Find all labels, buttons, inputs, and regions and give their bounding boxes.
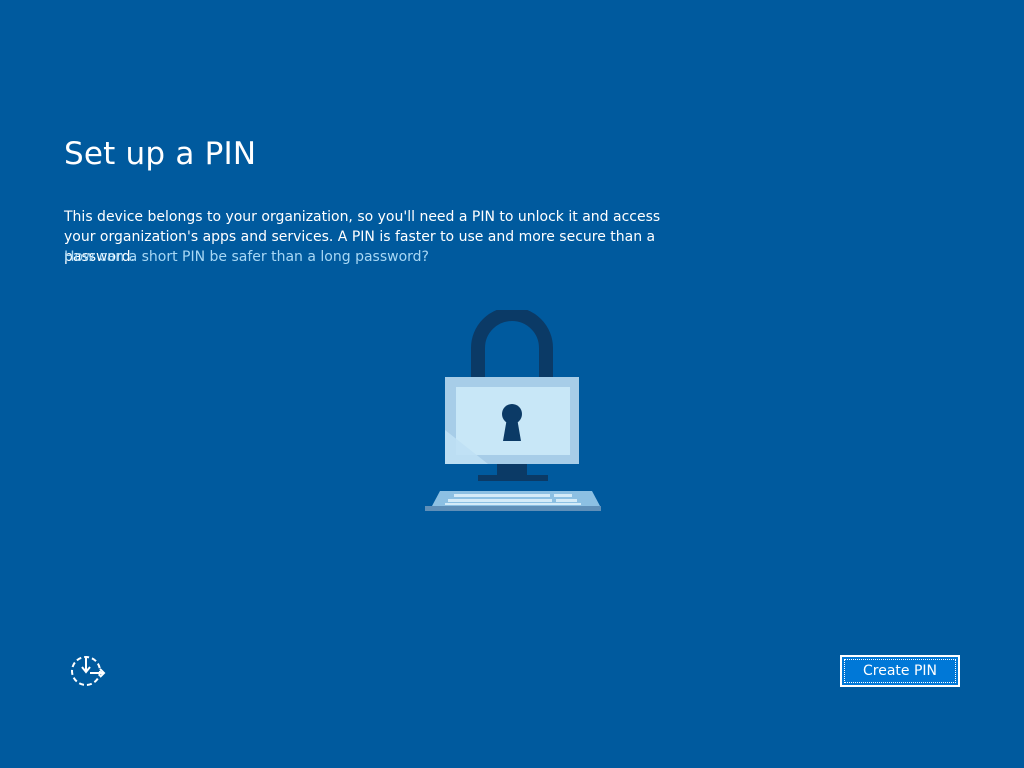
page-title: Set up a PIN bbox=[64, 136, 257, 172]
padlock-computer-icon bbox=[425, 307, 601, 511]
create-pin-button[interactable]: Create PIN bbox=[840, 655, 960, 687]
pin-setup-page: Set up a PIN This device belongs to your… bbox=[0, 0, 1024, 768]
ease-of-access-icon bbox=[71, 656, 106, 686]
ease-of-access-button[interactable] bbox=[68, 653, 108, 689]
pin-help-link[interactable]: How can a short PIN be safer than a long… bbox=[64, 247, 429, 267]
computer-padlock-illustration bbox=[420, 307, 606, 520]
